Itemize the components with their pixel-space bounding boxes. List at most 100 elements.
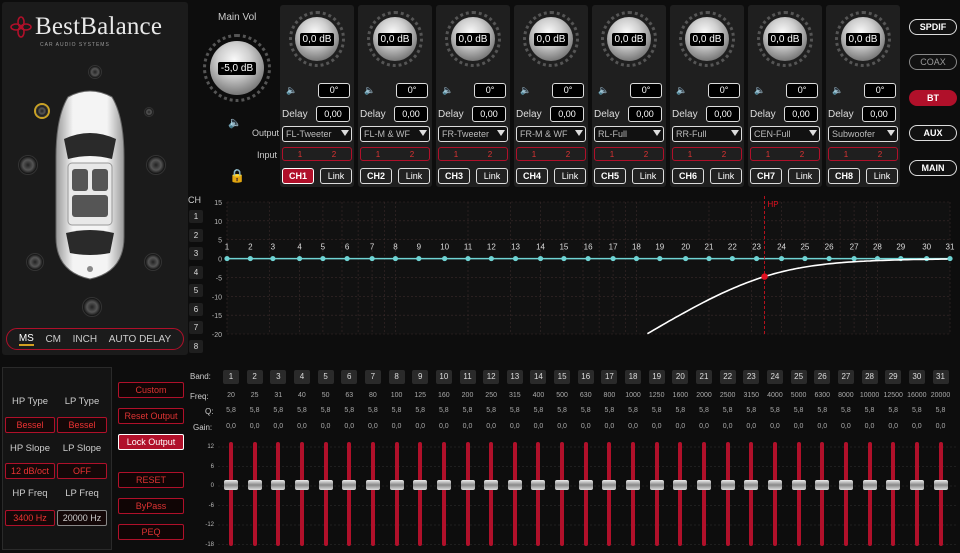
peq-band-fader[interactable] <box>531 440 546 548</box>
peq-band-q[interactable]: 5,8 <box>338 407 360 414</box>
peq-band-fader[interactable] <box>271 440 286 548</box>
channel-2-select-button[interactable]: CH2 <box>360 168 392 184</box>
peq-band-number[interactable]: 16 <box>577 370 594 384</box>
peq-band-gain[interactable]: 0,0 <box>457 423 479 430</box>
channel-5-input-2[interactable]: 2 <box>644 150 648 159</box>
band-point[interactable] <box>753 255 760 262</box>
peq-band-q[interactable]: 5,8 <box>740 407 762 414</box>
peq-band-q[interactable]: 5,8 <box>717 407 739 414</box>
peq-band-q[interactable]: 5,8 <box>906 407 928 414</box>
fader-handle[interactable] <box>626 480 641 490</box>
fader-handle[interactable] <box>271 480 286 490</box>
channel-4-input-2[interactable]: 2 <box>566 150 570 159</box>
peq-band-freq[interactable]: 315 <box>504 392 526 399</box>
peq-band-freq[interactable]: 5000 <box>788 392 810 399</box>
peq-band-q[interactable]: 5,8 <box>859 407 881 414</box>
fr-tweeter-speaker-icon[interactable] <box>144 107 154 117</box>
fl-woofer-speaker-icon[interactable] <box>18 155 38 175</box>
peq-band-gain[interactable]: 0,0 <box>551 423 573 430</box>
channel-7-input-1[interactable]: 1 <box>766 150 770 159</box>
peq-band-gain[interactable]: 0,0 <box>291 423 313 430</box>
peq-band-number[interactable]: 31 <box>932 370 949 384</box>
peq-band-q[interactable]: 5,8 <box>433 407 455 414</box>
source-spdif-button[interactable]: SPDIF <box>909 19 957 35</box>
fader-handle[interactable] <box>365 480 380 490</box>
unit-ms[interactable]: MS <box>18 333 34 346</box>
channel-5-input-1[interactable]: 1 <box>610 150 614 159</box>
peq-band-q[interactable]: 5,8 <box>386 407 408 414</box>
source-bt-button[interactable]: BT <box>909 90 957 106</box>
peq-band-q[interactable]: 5,8 <box>457 407 479 414</box>
channel-5-output-select[interactable]: RL-Full <box>594 126 664 142</box>
peq-band-gain[interactable]: 0,0 <box>575 423 597 430</box>
rl-speaker-icon[interactable] <box>26 253 44 271</box>
peq-band-number[interactable]: 2 <box>246 370 263 384</box>
channel-4-select-button[interactable]: CH4 <box>516 168 548 184</box>
peq-band-number[interactable]: 13 <box>506 370 523 384</box>
peq-band-number[interactable]: 19 <box>648 370 665 384</box>
source-aux-button[interactable]: AUX <box>909 125 957 141</box>
peq-band-q[interactable]: 5,8 <box>646 407 668 414</box>
fader-handle[interactable] <box>673 480 688 490</box>
channel-1-gain-knob[interactable]: 0,0 dB <box>295 17 339 61</box>
peq-band-fader[interactable] <box>862 440 877 548</box>
peq-band-number[interactable]: 3 <box>270 370 287 384</box>
peq-band-number[interactable]: 14 <box>530 370 547 384</box>
channel-4-output-select[interactable]: FR-M & WF <box>516 126 586 142</box>
peq-band-q[interactable]: 5,8 <box>409 407 431 414</box>
fader-handle[interactable] <box>507 480 522 490</box>
fr-woofer-speaker-icon[interactable] <box>146 155 166 175</box>
peq-band-number[interactable]: 24 <box>766 370 783 384</box>
peq-band-freq[interactable]: 1250 <box>646 392 668 399</box>
peq-band-fader[interactable] <box>744 440 759 548</box>
peq-band-number[interactable]: 10 <box>435 370 452 384</box>
rear-top-speaker-icon[interactable] <box>88 65 102 79</box>
channel-1-delay-input[interactable]: 0,00 <box>316 106 350 122</box>
band-point[interactable] <box>465 255 471 262</box>
lock-output-button[interactable]: Lock Output <box>118 434 184 450</box>
fader-handle[interactable] <box>318 480 333 490</box>
fader-handle[interactable] <box>697 480 711 490</box>
band-point[interactable] <box>270 255 276 262</box>
peq-band-q[interactable]: 5,8 <box>669 407 691 414</box>
band-point[interactable] <box>320 255 326 262</box>
peq-band-gain[interactable]: 0,0 <box>764 423 786 430</box>
fader-handle[interactable] <box>862 480 877 490</box>
peq-band-freq[interactable]: 2500 <box>717 392 739 399</box>
peq-band-freq[interactable]: 25 <box>244 392 266 399</box>
channel-4-link-button[interactable]: Link <box>554 168 586 184</box>
fl-tweeter-speaker-icon[interactable] <box>36 105 48 117</box>
peq-band-fader[interactable] <box>767 440 782 548</box>
hp-marker-point[interactable] <box>761 273 768 280</box>
peq-band-q[interactable]: 5,8 <box>480 407 502 414</box>
peq-band-fader[interactable] <box>318 440 333 548</box>
peq-band-number[interactable]: 18 <box>625 370 642 384</box>
peq-band-q[interactable]: 5,8 <box>575 407 597 414</box>
peq-band-fader[interactable] <box>247 440 262 548</box>
fader-handle[interactable] <box>767 480 782 490</box>
ch-selector-7[interactable]: 7 <box>189 321 203 334</box>
channel-7-output-select[interactable]: CEN-Full <box>750 126 820 142</box>
peq-band-q[interactable]: 5,8 <box>788 407 810 414</box>
fader-handle[interactable] <box>436 480 451 490</box>
peq-band-gain[interactable]: 0,0 <box>693 423 715 430</box>
peq-band-gain[interactable]: 0,0 <box>740 423 762 430</box>
channel-8-delay-input[interactable]: 0,00 <box>862 106 896 122</box>
fader-handle[interactable] <box>247 480 262 490</box>
peq-band-number[interactable]: 9 <box>412 370 429 384</box>
peq-band-gain[interactable]: 0,0 <box>220 423 242 430</box>
peq-band-freq[interactable]: 20 <box>220 392 242 399</box>
peq-band-fader[interactable] <box>815 440 830 548</box>
channel-5-gain-knob[interactable]: 0,0 dB <box>607 17 651 61</box>
channel-1-mute-icon[interactable]: 🔈 <box>286 85 297 96</box>
ch-selector-4[interactable]: 4 <box>189 265 203 279</box>
peq-band-fader[interactable] <box>389 440 404 548</box>
fader-handle[interactable] <box>791 480 806 490</box>
channel-5-mute-icon[interactable]: 🔈 <box>598 85 609 96</box>
channel-2-input-2[interactable]: 2 <box>410 150 414 159</box>
peq-band-fader[interactable] <box>507 440 522 548</box>
peq-band-fader[interactable] <box>578 440 593 548</box>
bypass-button[interactable]: ByPass <box>118 498 184 514</box>
channel-6-input-1[interactable]: 1 <box>688 150 692 159</box>
channel-3-gain-knob[interactable]: 0,0 dB <box>451 17 495 61</box>
